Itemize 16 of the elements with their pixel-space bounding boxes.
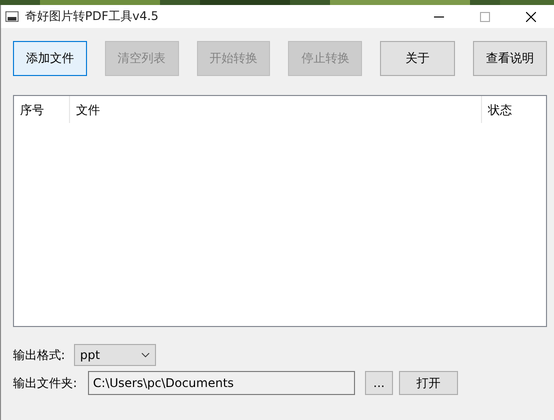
column-header[interactable]: 序号: [14, 96, 70, 123]
app-icon: [5, 10, 19, 24]
format-label: 输出格式:: [13, 346, 66, 364]
browse-button[interactable]: ...: [365, 371, 393, 395]
column-header[interactable]: 文件: [70, 96, 482, 123]
toolbar-button[interactable]: 关于: [380, 41, 456, 76]
folder-label: 输出文件夹:: [13, 374, 78, 392]
chevron-icon: [141, 352, 150, 358]
open-button[interactable]: 打开: [399, 371, 458, 395]
toolbar-button[interactable]: 添加文件: [13, 41, 87, 76]
folder-field[interactable]: C:\Users\pc\Documents: [88, 371, 355, 395]
column-header[interactable]: 状态: [482, 96, 546, 123]
toolbar-button[interactable]: 查看说明: [473, 41, 547, 76]
close-icon[interactable]: [526, 12, 536, 22]
format-dropdown[interactable]: ppt: [74, 344, 156, 366]
window-title: 奇好图片转PDF工具v4.5: [25, 8, 159, 25]
